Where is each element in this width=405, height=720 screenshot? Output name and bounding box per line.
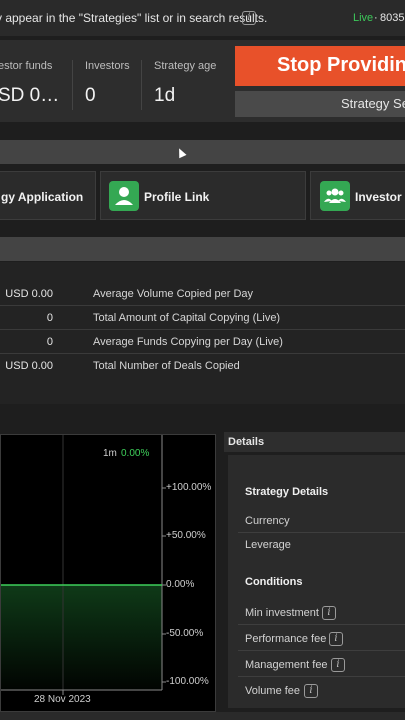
condition-row-management-fee: Management fee i: [238, 653, 405, 677]
x-tick-label: 28 Nov 2023: [34, 694, 91, 705]
metric-value: USD 0.00: [5, 360, 53, 372]
detail-label: Min investment: [245, 607, 319, 619]
y-tick-label: 0.00%: [166, 579, 195, 590]
investors-value: 0: [85, 85, 96, 106]
condition-row-min-investment: Min investment i: [238, 601, 405, 625]
info-icon[interactable]: i: [304, 684, 318, 698]
metric-row: 0 Average Funds Copying per Day (Live): [0, 330, 405, 354]
conditions-title: Conditions: [245, 576, 303, 588]
metric-label: Total Amount of Capital Copying (Live): [93, 312, 281, 324]
live-separator: ·: [374, 12, 378, 24]
info-icon[interactable]: i: [329, 632, 343, 646]
bottom-strip: [0, 712, 405, 720]
y-tick-label: +50.00%: [166, 530, 206, 541]
investors-label: Investors: [85, 60, 130, 72]
account-id: 80356: [380, 12, 405, 24]
strategy-settings-button[interactable]: Strategy Se: [235, 91, 405, 117]
profile-link-label: Profile Link: [144, 190, 210, 204]
metric-label: Average Volume Copied per Day: [93, 288, 254, 300]
y-tick-label: -50.00%: [166, 628, 204, 639]
live-status: Live: [353, 12, 374, 24]
detail-row-leverage: Leverage: [238, 533, 405, 557]
metric-label: Average Funds Copying per Day (Live): [93, 336, 283, 348]
detail-row-currency: Currency: [238, 509, 405, 533]
metric-label: Total Number of Deals Copied: [93, 360, 240, 372]
chart-period[interactable]: 1m: [103, 448, 117, 459]
investor-funds-label: estor funds: [0, 60, 53, 72]
metric-row: USD 0.00 Total Number of Deals Copied: [0, 354, 405, 378]
stats-divider: [141, 60, 142, 110]
investor-application-label: Investor A: [355, 190, 405, 204]
chart-change: 0.00%: [121, 448, 150, 459]
info-icon[interactable]: i: [331, 658, 345, 672]
info-bar: y appear in the "Strategies" list or in …: [0, 0, 405, 36]
metric-value: 0: [46, 312, 53, 324]
investor-funds-value: SD 0…: [0, 85, 60, 106]
strategy-details-title: Strategy Details: [245, 486, 329, 498]
user-icon: [109, 181, 139, 211]
strategy-age-value: 1d: [154, 85, 176, 106]
detail-label: Volume fee: [245, 685, 301, 697]
details-header: Details: [224, 432, 405, 452]
strategy-application-link[interactable]: gy Application: [0, 171, 96, 220]
investor-application-link[interactable]: Investor A: [310, 171, 405, 220]
equity-area: [1, 585, 162, 690]
info-icon[interactable]: i: [322, 606, 336, 620]
detail-label: Currency: [245, 515, 290, 527]
stats-divider: [72, 60, 73, 110]
profile-link-card[interactable]: Profile Link: [100, 171, 306, 220]
metric-value: 0: [46, 336, 53, 348]
metric-value: USD 0.00: [5, 288, 53, 300]
detail-label: Performance fee: [245, 633, 327, 645]
detail-label: Management fee: [245, 659, 328, 671]
y-tick-label: +100.00%: [166, 482, 212, 493]
info-icon[interactable]: i: [242, 11, 256, 25]
section-bar: [0, 237, 405, 261]
strategy-application-label: gy Application: [1, 190, 84, 204]
metric-row: 0 Total Amount of Capital Copying (Live): [0, 306, 405, 330]
metric-row: USD 0.00 Average Volume Copied per Day: [0, 282, 405, 306]
people-icon: [320, 181, 350, 211]
performance-chart[interactable]: 1m 0.00% +100.00% +50.00% 0.00% -50.00% …: [0, 434, 216, 712]
detail-label: Leverage: [245, 539, 291, 551]
stop-providing-button[interactable]: Stop Providing: [235, 46, 405, 86]
visibility-message: y appear in the "Strategies" list or in …: [0, 11, 268, 25]
condition-row-performance-fee: Performance fee i: [238, 627, 405, 651]
section-bar: [0, 140, 405, 164]
condition-row-volume-fee: Volume fee i: [238, 679, 405, 703]
strategy-age-label: Strategy age: [154, 60, 217, 72]
y-tick-label: -100.00%: [166, 676, 209, 687]
